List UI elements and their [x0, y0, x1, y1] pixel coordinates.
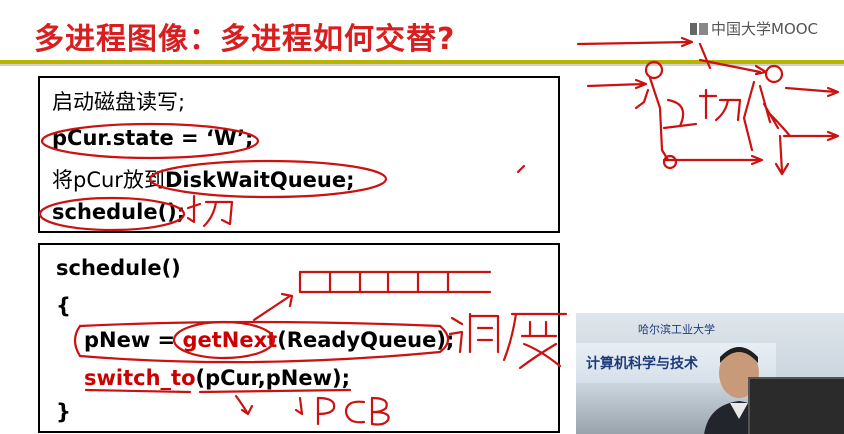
ink-top-line [698, 42, 768, 76]
ink-left-path [634, 76, 670, 162]
code-line-enqueue: 将pCur放到DiskWaitQueue; [52, 164, 355, 194]
banner-department: 计算机科学与技术 [586, 356, 698, 372]
desk-monitor [748, 377, 844, 434]
ink-mid-arrow [586, 78, 648, 90]
lecturer-video: 哈尔滨工业大学 计算机科学与技术 [576, 313, 844, 434]
mooc-logo-text: 中国大学MOOC [711, 20, 819, 38]
mooc-logo-icon [690, 22, 708, 35]
ink-down-arrow [774, 134, 790, 176]
code-readyqueue-arg: (ReadyQueue); [277, 328, 455, 352]
code-line-set-state: pCur.state = ‘W’; [52, 126, 254, 150]
code-line-schedule-def: schedule() [56, 256, 181, 280]
ink-qie-right [698, 88, 742, 122]
code-pnew-assign: pNew = [84, 328, 183, 352]
code-getnext-fn: getNext [182, 328, 278, 352]
code-line-close-brace: } [56, 400, 71, 424]
ink-right-path [742, 80, 792, 152]
title-divider-shadow [0, 64, 844, 66]
code-line-disk-io: 启动磁盘读写; [52, 90, 186, 114]
ink-top-arrow [576, 36, 694, 48]
code-switch-args: (pCur,pNew); [195, 366, 351, 390]
ink-node-c [662, 154, 678, 170]
ink-node-b [764, 64, 784, 84]
code-enqueue-prefix: 将pCur放到 [52, 168, 165, 192]
ink-mid-path [662, 98, 698, 130]
slide: 多进程图像：多进程如何交替? 中国大学MOOC 启动磁盘读写; pCur.sta… [0, 0, 844, 434]
code-line-switch: switch_to(pCur,pNew); [84, 366, 350, 390]
code-switch-fn: switch_to [84, 366, 196, 390]
ink-right-arrow [784, 86, 840, 98]
code-line-open-brace: { [56, 294, 71, 318]
code-enqueue-queue: DiskWaitQueue; [164, 168, 355, 192]
ink-far-arrow [782, 130, 840, 142]
ink-bottom-arrow [662, 154, 764, 166]
mooc-logo: 中国大学MOOC [690, 18, 818, 39]
code-line-schedule-call: schedule(); [52, 200, 186, 224]
code-line-getnext: pNew = getNext(ReadyQueue); [84, 328, 454, 352]
slide-title: 多进程图像：多进程如何交替? [34, 22, 456, 57]
